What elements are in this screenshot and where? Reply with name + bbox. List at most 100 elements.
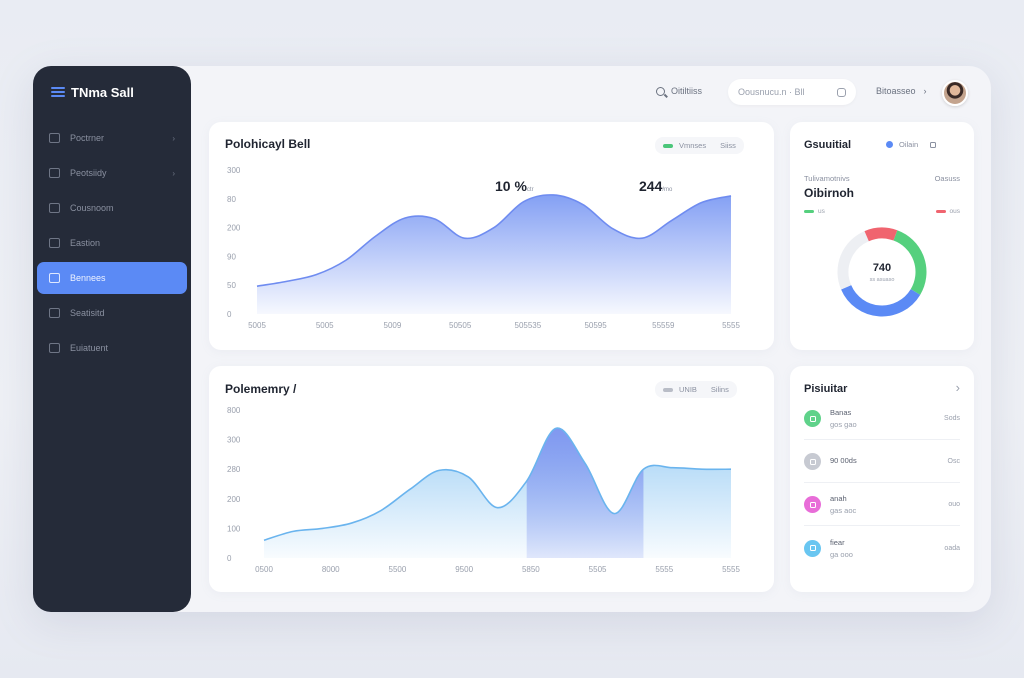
sidebar-item-label: Seatisitd: [70, 308, 105, 318]
x-tick-label: 50505: [449, 321, 472, 330]
toggle-icon[interactable]: [837, 87, 846, 97]
list-item-text: fiear ga ooo: [830, 538, 853, 559]
y-tick-label: 0: [227, 554, 232, 563]
top-search-label: Oitiltiiss: [671, 86, 702, 96]
clock-icon: [804, 453, 821, 470]
donut-value: 740: [872, 262, 892, 274]
donut-label: ss asuaso: [869, 277, 895, 283]
chart1-plot: 300 80 200 90 50 0 5005 5005 5009 50505 505535 5059…: [227, 166, 740, 330]
donut-chart: [837, 227, 927, 317]
x-tick-label: 8000: [322, 565, 340, 574]
chart-card-1: Polohicayl Bell Vmnses Siiss 10 %ctr 244…: [209, 122, 774, 350]
top-search[interactable]: Oitiltiiss: [656, 86, 702, 96]
donut-slice: [864, 227, 898, 242]
brand-label: TNma Sall: [71, 84, 134, 100]
chart-area-fill: [257, 194, 731, 314]
chevron-right-icon[interactable]: ›: [956, 380, 960, 395]
sidebar-item-label: Eastion: [70, 238, 101, 248]
list-item-meta: oada: [944, 544, 960, 552]
sidebar-item-label: Poctrner: [70, 133, 105, 143]
sidebar-item-7[interactable]: Euiatuent: [37, 332, 187, 364]
chart2-plot: 800 300 280 200 100 0 0500 8000 5500 9500 5850 5505…: [227, 406, 740, 574]
check-icon: [804, 410, 821, 427]
sidebar-nav: Poctrner › Peotsiidy › Cousnoom Eastion Bennee…: [33, 122, 191, 364]
list-item-meta: Osc: [947, 458, 960, 465]
x-tick-label: 50595: [584, 321, 607, 330]
user-name: Bitoasseo: [876, 86, 916, 96]
y-tick-label: 50: [227, 281, 236, 290]
list-item[interactable]: anah gas aoc ouo: [804, 484, 960, 526]
sidebar: TNma Sall Poctrner › Peotsiidy › Cousnoom Eas…: [33, 66, 191, 612]
y-tick-label: 200: [227, 224, 241, 233]
tag-icon: [804, 496, 821, 513]
x-tick-label: 5505: [589, 565, 607, 574]
list-item-title: anah: [830, 494, 847, 503]
y-tick-label: 800: [227, 406, 241, 415]
list-item-title: 90 00ds: [830, 455, 857, 465]
brand[interactable]: TNma Sall: [33, 82, 191, 102]
chevron-right-icon: ›: [172, 133, 175, 143]
x-tick-label: 5555: [655, 565, 673, 574]
y-tick-label: 200: [227, 495, 241, 504]
chevron-right-icon: ›: [172, 168, 175, 178]
list-item-sub: gos gao: [830, 420, 857, 429]
list-item[interactable]: fiear ga ooo oada: [804, 527, 960, 569]
list-item-sub: gas aoc: [830, 506, 857, 515]
user-menu[interactable]: Bitoasseo ›: [876, 86, 927, 96]
list-item[interactable]: 90 00ds Osc: [804, 441, 960, 483]
menu-icon: [51, 87, 65, 97]
sidebar-item-2[interactable]: Peotsiidy ›: [37, 157, 187, 189]
x-tick-label: 0500: [255, 565, 273, 574]
activity-card: Pisiuitar › Banas gos gao Sods 90 00ds Osc an…: [790, 366, 974, 592]
donut-center-value: 740: [790, 262, 974, 274]
x-tick-label: 5850: [522, 565, 540, 574]
list-item[interactable]: Banas gos gao Sods: [804, 398, 960, 440]
donut-card: Gsuuitial Oilain Tulivamotnivs Oasuss Oi…: [790, 122, 974, 350]
activity-title: Pisiuitar: [804, 383, 848, 395]
y-tick-label: 80: [227, 195, 236, 204]
x-tick-label: 5500: [389, 565, 407, 574]
search-placeholder: Oousnucu.n · Bll: [738, 87, 805, 97]
x-tick-label: 5005: [316, 321, 334, 330]
search-input[interactable]: Oousnucu.n · Bll: [728, 79, 856, 105]
y-tick-label: 300: [227, 436, 241, 445]
search-icon: [656, 86, 665, 96]
donut-slice: [841, 284, 921, 317]
grid-icon: [49, 133, 60, 143]
sidebar-item-label: Cousnoom: [70, 203, 114, 213]
avatar[interactable]: [942, 80, 968, 106]
sidebar-item-4[interactable]: Eastion: [37, 227, 187, 259]
list-item-text: 90 00ds: [830, 456, 857, 468]
list-item-meta: ouo: [948, 501, 960, 508]
x-tick-label: 9500: [455, 565, 473, 574]
donut-center-label: ss asuaso: [790, 277, 974, 283]
chart-icon: [49, 203, 60, 213]
list-item-text: anah gas aoc: [830, 494, 856, 515]
sidebar-item-label: Euiatuent: [70, 343, 109, 353]
sidebar-item-5[interactable]: Bennees: [37, 262, 187, 294]
sidebar-item-1[interactable]: Poctrner ›: [37, 122, 187, 154]
x-tick-label: 5555: [722, 321, 740, 330]
list-item-text: Banas gos gao: [830, 408, 857, 429]
list-item-sub: ga ooo: [830, 549, 853, 559]
x-tick-label: 5009: [384, 321, 402, 330]
clock-icon: [49, 168, 60, 178]
x-tick-label: 505535: [515, 321, 542, 330]
y-tick-label: 280: [227, 465, 241, 474]
sidebar-item-3[interactable]: Cousnoom: [37, 192, 187, 224]
chart-card-2: Polememry / UNIB Silins 800 300 280 200 100 0…: [209, 366, 774, 592]
list-item-title: fiear: [830, 537, 845, 547]
y-tick-label: 90: [227, 252, 236, 261]
list-item-title: Banas: [830, 408, 852, 417]
sidebar-item-label: Peotsiidy: [70, 168, 107, 178]
y-tick-label: 100: [227, 524, 241, 533]
calendar-icon: [49, 238, 60, 248]
y-tick-label: 300: [227, 166, 241, 175]
chart-area-fill: [264, 428, 731, 558]
inbox-icon: [49, 308, 60, 318]
sidebar-item-label: Bennees: [70, 273, 106, 283]
x-tick-label: 55559: [652, 321, 675, 330]
sidebar-item-6[interactable]: Seatisitd: [37, 297, 187, 329]
folder-icon: [49, 273, 60, 283]
x-tick-label: 5005: [248, 321, 266, 330]
